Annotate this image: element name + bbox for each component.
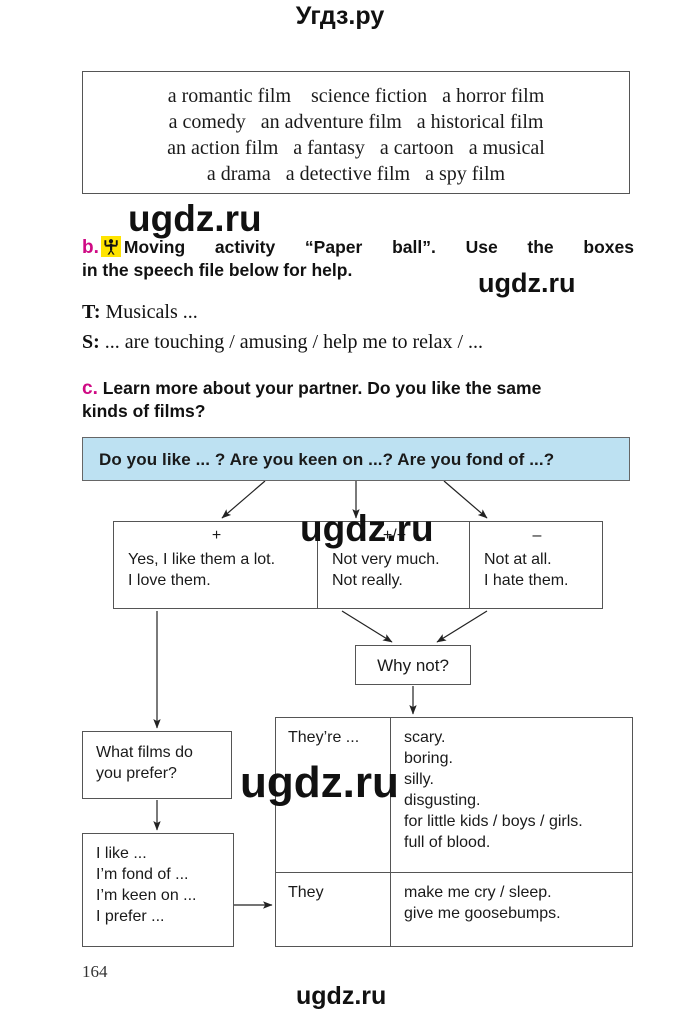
answer-line: I hate them.: [484, 572, 569, 589]
i-like-line: I like ...: [96, 845, 147, 862]
answer-line: I love them.: [128, 572, 211, 589]
table-cell-subject: They’re ...: [276, 718, 391, 872]
table-cell-subject: They: [276, 873, 391, 946]
list-item: boring.: [404, 750, 453, 767]
list-item: silly.: [404, 771, 434, 788]
list-item: disgusting.: [404, 792, 481, 809]
answer-line: Yes, I like them a lot.: [128, 551, 276, 568]
what-films-box: What films do you prefer?: [82, 731, 232, 799]
list-item: give me goosebumps.: [404, 905, 561, 922]
answer-line: Not very much.: [332, 551, 440, 568]
i-like-line: I’m keen on ...: [96, 887, 197, 904]
table-row: They make me cry / sleep. give me gooseb…: [276, 873, 632, 946]
answer-cell-negative: – Not at all. I hate them.: [470, 522, 602, 608]
list-item: for little kids / boys / girls.: [404, 813, 583, 830]
answers-row: + Yes, I like them a lot. I love them. +…: [113, 521, 603, 609]
answer-line: Not really.: [332, 572, 403, 589]
answer-cell-neutral: +/− Not very much. Not really.: [318, 522, 470, 608]
page-number: 164: [82, 962, 108, 981]
list-item: make me cry / sleep.: [404, 884, 552, 901]
answer-sign-positive: +: [211, 527, 222, 544]
what-films-line: What films do: [96, 744, 193, 761]
answer-cell-positive: + Yes, I like them a lot. I love them.: [114, 522, 318, 608]
i-like-box: I like ... I’m fond of ... I’m keen on .…: [82, 833, 234, 947]
list-item: full of blood.: [404, 834, 491, 851]
why-not-box: Why not?: [355, 645, 471, 685]
list-item: scary.: [404, 729, 446, 746]
i-like-line: I prefer ...: [96, 908, 165, 925]
answer-sign-neutral: +/−: [382, 527, 407, 544]
what-films-line: you prefer?: [96, 765, 177, 782]
table-row: They’re ... scary. boring. silly. disgus…: [276, 718, 632, 873]
table-cell-items: scary. boring. silly. disgusting. for li…: [391, 718, 632, 872]
i-like-line: I’m fond of ...: [96, 866, 189, 883]
table-cell-items: make me cry / sleep. give me goosebumps.: [391, 873, 632, 946]
answer-line: Not at all.: [484, 551, 552, 568]
they-descriptions-table: They’re ... scary. boring. silly. disgus…: [275, 717, 633, 947]
answer-sign-negative: –: [532, 527, 542, 544]
question-prompt-box: Do you like ... ? Are you keen on ...? A…: [82, 437, 630, 481]
